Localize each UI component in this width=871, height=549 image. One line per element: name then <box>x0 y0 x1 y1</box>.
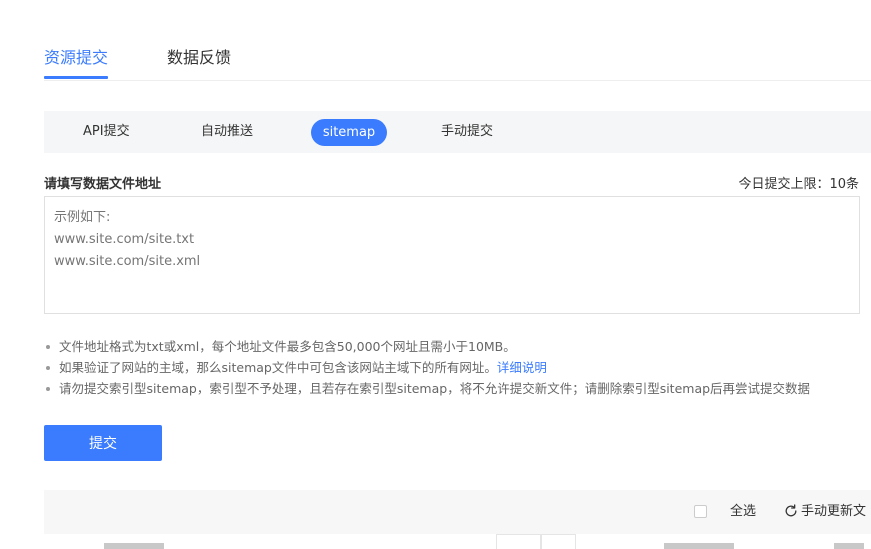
active-tab-underline <box>44 76 108 79</box>
notes-list: 文件地址格式为txt或xml，每个地址文件最多包含50,000个网址且需小于10… <box>44 336 871 399</box>
table-cell <box>496 534 542 549</box>
tab-data-feedback[interactable]: 数据反馈 <box>167 44 231 68</box>
note-text: 请勿提交索引型sitemap，索引型不予处理，且若存在索引型sitemap，将不… <box>59 381 811 396</box>
truncated-text <box>104 543 164 549</box>
submit-method-tabs: API提交 自动推送 sitemap 手动提交 <box>44 111 871 153</box>
truncated-text <box>664 543 734 549</box>
table-row <box>44 534 871 549</box>
tab-resource-submit[interactable]: 资源提交 <box>44 44 108 68</box>
truncated-text <box>834 543 864 549</box>
submit-button[interactable]: 提交 <box>44 425 162 461</box>
note-item: 请勿提交索引型sitemap，索引型不予处理，且若存在索引型sitemap，将不… <box>44 378 871 399</box>
bullet-icon <box>46 366 50 370</box>
list-toolbar: 全选 手动更新文 <box>44 490 871 534</box>
select-all-label[interactable]: 全选 <box>730 490 756 534</box>
top-divider <box>44 80 871 81</box>
subtab-api[interactable]: API提交 <box>83 111 130 153</box>
details-link[interactable]: 详细说明 <box>497 360 547 375</box>
bullet-icon <box>46 387 50 391</box>
refresh-icon <box>785 504 797 517</box>
subtab-auto-push[interactable]: 自动推送 <box>201 111 253 153</box>
daily-limit: 今日提交上限：10条 <box>738 177 859 192</box>
top-tabs: 资源提交 数据反馈 <box>44 0 871 80</box>
refresh-label: 手动更新文 <box>801 504 867 519</box>
refresh-button[interactable]: 手动更新文 <box>784 490 866 534</box>
note-text: 文件地址格式为txt或xml，每个地址文件最多包含50,000个网址且需小于10… <box>59 339 516 354</box>
subtab-manual[interactable]: 手动提交 <box>441 111 493 153</box>
sitemap-url-input[interactable] <box>44 196 860 314</box>
note-item: 文件地址格式为txt或xml，每个地址文件最多包含50,000个网址且需小于10… <box>44 336 871 357</box>
note-text: 如果验证了网站的主域，那么sitemap文件中可包含该网站主域下的所有网址。 <box>59 360 497 375</box>
note-item: 如果验证了网站的主域，那么sitemap文件中可包含该网站主域下的所有网址。详细… <box>44 357 871 378</box>
bullet-icon <box>46 345 50 349</box>
table-cell <box>540 534 576 549</box>
subtab-sitemap[interactable]: sitemap <box>311 119 387 146</box>
select-all-checkbox[interactable] <box>694 505 707 518</box>
form-label: 请填写数据文件地址 <box>44 177 162 192</box>
